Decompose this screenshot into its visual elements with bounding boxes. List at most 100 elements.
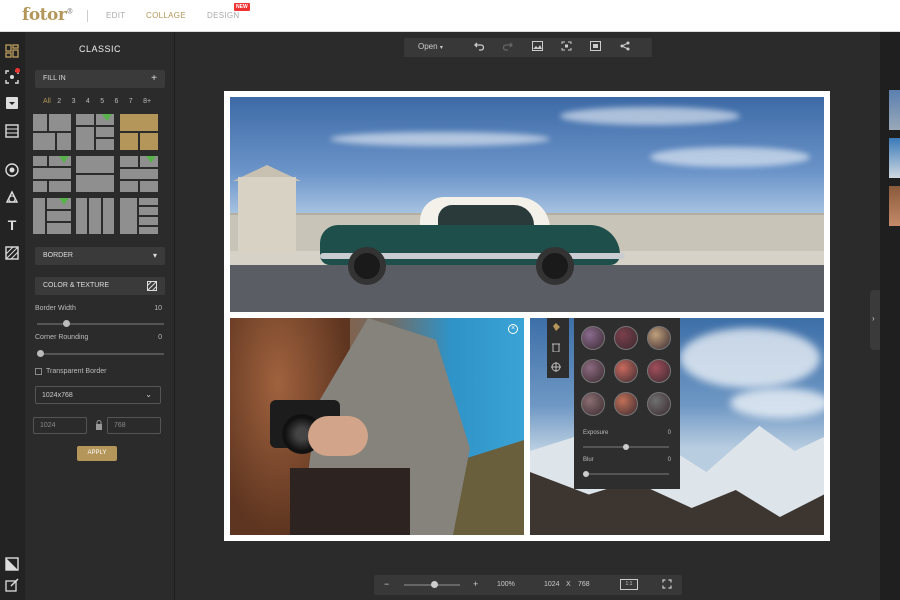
- edit-icon[interactable]: [4, 577, 20, 593]
- count-2[interactable]: 2: [57, 98, 71, 105]
- open-dropdown[interactable]: Open ▾: [418, 42, 443, 51]
- count-3[interactable]: 3: [72, 98, 86, 105]
- zoom-bar: − + 100% 1024 X 768 1:1: [374, 575, 682, 595]
- apply-button[interactable]: APPLY: [77, 446, 117, 461]
- photo-slot-camera[interactable]: ×: [230, 318, 524, 535]
- fullscreen-icon[interactable]: [662, 579, 672, 591]
- fill-bucket-icon[interactable]: [551, 322, 561, 334]
- target-icon[interactable]: [551, 362, 561, 374]
- template-thumbnail[interactable]: [33, 156, 71, 192]
- zoom-out-button[interactable]: −: [384, 579, 389, 589]
- template-thumbnail-selected[interactable]: [120, 114, 158, 150]
- nav-edit[interactable]: EDIT: [106, 11, 125, 20]
- transparent-border-label: Transparent Border: [46, 368, 107, 375]
- circle-target-icon[interactable]: [4, 162, 20, 178]
- lock-icon[interactable]: [95, 420, 103, 432]
- crop-focus-icon[interactable]: [561, 41, 572, 53]
- count-7[interactable]: 7: [129, 98, 143, 105]
- fill-in-label: FILL IN: [43, 75, 66, 82]
- dimension-separator: X: [566, 581, 571, 588]
- nav-collage[interactable]: COLLAGE: [146, 11, 186, 20]
- image-icon[interactable]: [532, 41, 543, 53]
- slider-knob[interactable]: [37, 350, 44, 357]
- photo-thumbnail[interactable]: [889, 186, 900, 226]
- border-width-slider[interactable]: [37, 320, 164, 327]
- photo-thumbnail[interactable]: [889, 138, 900, 178]
- trash-icon[interactable]: [551, 342, 561, 354]
- exposure-value: 0: [667, 430, 671, 436]
- photo-thumbnail[interactable]: [889, 90, 900, 130]
- canvas-height: 768: [578, 581, 590, 588]
- slider-knob[interactable]: [430, 581, 438, 588]
- filter-popover: Exposure 0 Blur 0: [574, 318, 680, 489]
- border-width-value: 10: [154, 305, 162, 312]
- filter-swatch[interactable]: [647, 392, 671, 416]
- slider-knob[interactable]: [623, 443, 629, 450]
- redo-icon[interactable]: [502, 41, 513, 53]
- border-bar[interactable]: BORDER ▾: [35, 247, 165, 265]
- template-thumbnail[interactable]: [33, 114, 71, 150]
- size-preset-select[interactable]: 1024x768 ⌄: [35, 386, 161, 404]
- exposure-slider[interactable]: [583, 443, 669, 450]
- fill-in-bar[interactable]: FILL IN +: [35, 70, 165, 88]
- canvas-width: 1024: [544, 581, 560, 588]
- background-icon[interactable]: [4, 556, 20, 572]
- zoom-value: 100%: [497, 581, 515, 588]
- chevron-down-icon: ⌄: [145, 390, 152, 399]
- height-input[interactable]: 768: [107, 417, 161, 434]
- transparent-border-checkbox[interactable]: [35, 368, 42, 375]
- slider-knob[interactable]: [63, 320, 71, 327]
- filter-swatch[interactable]: [614, 326, 638, 350]
- width-input[interactable]: 1024: [33, 417, 87, 434]
- filter-swatch[interactable]: [614, 359, 638, 383]
- menu-lines-icon[interactable]: [4, 123, 20, 139]
- corner-rounding-slider[interactable]: [37, 350, 164, 357]
- layout-icon[interactable]: [4, 43, 20, 59]
- template-thumbnail[interactable]: [33, 198, 71, 234]
- template-thumbnail[interactable]: [120, 198, 158, 234]
- actual-size-button[interactable]: 1:1: [620, 579, 638, 590]
- template-thumbnail[interactable]: [76, 156, 114, 192]
- count-8-plus[interactable]: 8+: [143, 98, 157, 105]
- pattern-icon[interactable]: [4, 245, 20, 261]
- chevron-down-icon: ▾: [152, 251, 157, 260]
- color-texture-bar[interactable]: COLOR & TEXTURE: [35, 277, 165, 295]
- zoom-in-button[interactable]: +: [473, 579, 478, 589]
- sticker-icon[interactable]: [4, 95, 20, 111]
- blur-slider[interactable]: [583, 470, 669, 477]
- logo-mark: ®: [66, 6, 73, 16]
- count-5[interactable]: 5: [100, 98, 114, 105]
- undo-icon[interactable]: [474, 41, 485, 53]
- photo-count-filter: All 2 3 4 5 6 7 8+: [43, 98, 157, 105]
- expand-panel-handle[interactable]: ›: [870, 290, 880, 350]
- count-6[interactable]: 6: [114, 98, 128, 105]
- filter-swatch[interactable]: [581, 326, 605, 350]
- photo-slot-car[interactable]: [230, 97, 824, 312]
- template-thumbnail[interactable]: [120, 156, 158, 192]
- close-icon[interactable]: ×: [508, 324, 518, 334]
- text-icon[interactable]: T: [4, 217, 20, 233]
- count-4[interactable]: 4: [86, 98, 100, 105]
- add-icon[interactable]: +: [151, 73, 157, 84]
- slider-knob[interactable]: [583, 470, 589, 477]
- nav-design[interactable]: DESIGN: [207, 11, 239, 20]
- filter-swatch[interactable]: [647, 326, 671, 350]
- frame-icon[interactable]: [590, 41, 601, 53]
- nav-divider: [87, 10, 88, 22]
- border-width-label: Border Width: [35, 305, 76, 312]
- fotor-logo[interactable]: fotor®: [22, 5, 73, 25]
- premium-badge-icon: [102, 114, 112, 121]
- filter-swatch[interactable]: [581, 359, 605, 383]
- panel-title: CLASSIC: [78, 44, 121, 54]
- count-all[interactable]: All: [43, 98, 57, 105]
- template-thumbnail[interactable]: [76, 198, 114, 234]
- texture-icon[interactable]: [146, 280, 158, 294]
- filter-swatch[interactable]: [647, 359, 671, 383]
- filter-swatch[interactable]: [614, 392, 638, 416]
- template-thumbnail[interactable]: [76, 114, 114, 150]
- zoom-slider[interactable]: [404, 581, 460, 588]
- filter-swatch[interactable]: [581, 392, 605, 416]
- size-preset-value: 1024x768: [42, 392, 73, 399]
- shapes-icon[interactable]: [4, 189, 20, 205]
- share-icon[interactable]: [620, 41, 630, 53]
